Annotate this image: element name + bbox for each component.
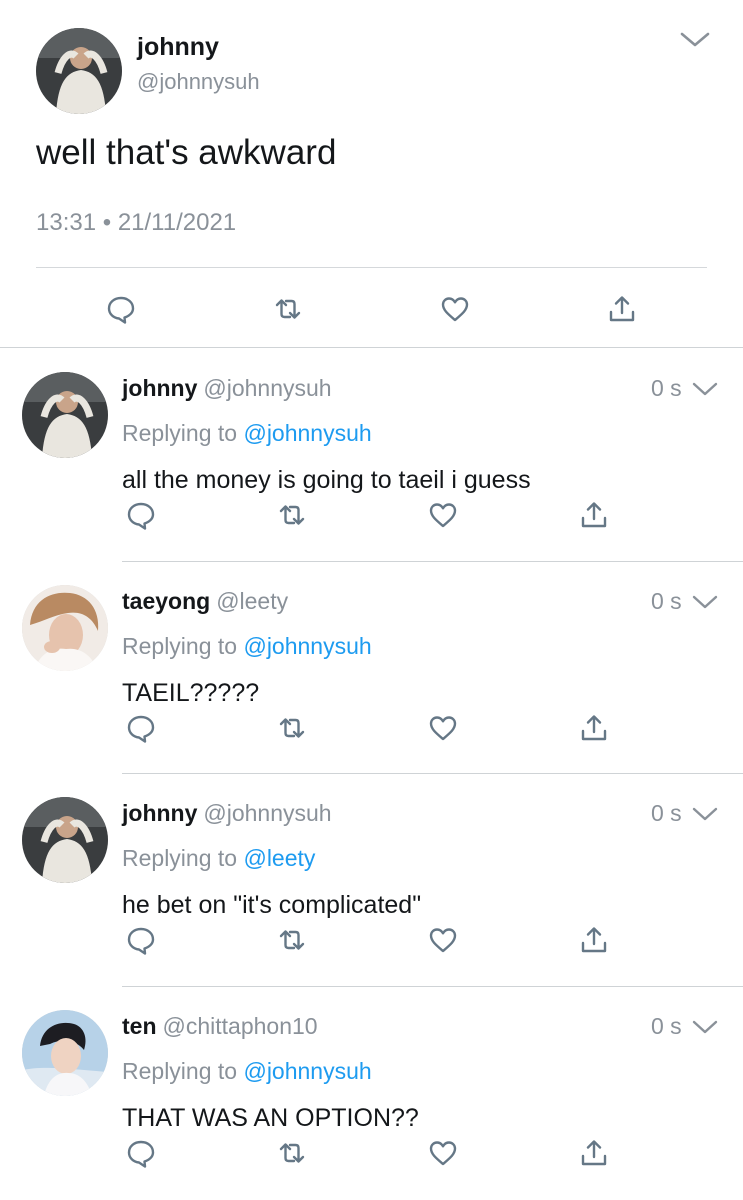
reply-text: THAT WAS AN OPTION?? bbox=[122, 1104, 419, 1132]
reply-author-handle: @johnnysuh bbox=[203, 375, 332, 401]
chevron-down-icon[interactable] bbox=[692, 593, 718, 611]
chevron-down-icon[interactable] bbox=[692, 805, 718, 823]
chevron-down-icon[interactable] bbox=[680, 30, 710, 50]
reply-divider bbox=[122, 986, 743, 987]
replying-to: Replying to @johnnysuh bbox=[122, 1058, 372, 1085]
retweet-icon[interactable] bbox=[277, 925, 307, 955]
reply-icon[interactable] bbox=[126, 713, 156, 743]
mention-link[interactable]: @johnnysuh bbox=[243, 420, 371, 446]
avatar[interactable] bbox=[22, 1010, 108, 1096]
chevron-down-icon[interactable] bbox=[692, 1018, 718, 1036]
author-handle[interactable]: @johnnysuh bbox=[137, 69, 260, 95]
replying-label: Replying to bbox=[122, 420, 238, 446]
reply-author-name: johnny bbox=[122, 375, 198, 401]
tweet-timestamp: 13:31 • 21/11/2021 bbox=[36, 209, 236, 237]
tweet-time: 13:31 bbox=[36, 209, 97, 236]
main-tweet: johnny @johnnysuh well that's awkward 13… bbox=[0, 0, 743, 348]
replying-to: Replying to @leety bbox=[122, 845, 315, 872]
reply-tweet: johnny @johnnysuh 0 s Replying to @johnny… bbox=[0, 350, 743, 562]
like-icon[interactable] bbox=[428, 713, 458, 743]
retweet-icon[interactable] bbox=[277, 713, 307, 743]
meta-separator: • bbox=[102, 209, 112, 236]
tweet-text: well that's awkward bbox=[36, 133, 337, 172]
reply-author-handle: @johnnysuh bbox=[203, 800, 332, 826]
section-divider bbox=[0, 347, 743, 348]
replying-to: Replying to @johnnysuh bbox=[122, 420, 372, 447]
reply-text: he bet on "it's complicated" bbox=[122, 891, 422, 919]
chevron-down-icon[interactable] bbox=[692, 380, 718, 398]
retweet-icon[interactable] bbox=[273, 294, 303, 324]
reply-author-name: johnny bbox=[122, 800, 198, 826]
reply-author[interactable]: johnny @johnnysuh bbox=[122, 375, 332, 402]
reply-time: 0 s bbox=[651, 375, 682, 401]
reply-author[interactable]: taeyong @leety bbox=[122, 588, 288, 615]
reply-tweet: johnny @johnnysuh 0 s Replying to @leety … bbox=[0, 775, 743, 987]
reply-divider bbox=[122, 773, 743, 774]
share-icon[interactable] bbox=[607, 294, 637, 324]
like-icon[interactable] bbox=[428, 500, 458, 530]
like-icon[interactable] bbox=[440, 294, 470, 324]
reply-text: all the money is going to taeil i guess bbox=[122, 466, 531, 494]
share-icon[interactable] bbox=[579, 1138, 609, 1168]
reply-time: 0 s bbox=[651, 800, 682, 826]
reply-divider bbox=[122, 561, 743, 562]
mention-link[interactable]: @johnnysuh bbox=[243, 1058, 371, 1084]
like-icon[interactable] bbox=[428, 925, 458, 955]
reply-time: 0 s bbox=[651, 1013, 682, 1039]
retweet-icon[interactable] bbox=[277, 500, 307, 530]
replying-label: Replying to bbox=[122, 633, 238, 659]
mention-link[interactable]: @leety bbox=[243, 845, 315, 871]
reply-tweet: ten @chittaphon10 0 s Replying to @johnny… bbox=[0, 988, 743, 1200]
like-icon[interactable] bbox=[428, 1138, 458, 1168]
divider bbox=[36, 267, 707, 268]
replying-to: Replying to @johnnysuh bbox=[122, 633, 372, 660]
reply-icon[interactable] bbox=[106, 294, 136, 324]
share-icon[interactable] bbox=[579, 925, 609, 955]
reply-author-handle: @chittaphon10 bbox=[162, 1013, 318, 1039]
tweet-date: 21/11/2021 bbox=[117, 209, 237, 236]
avatar[interactable] bbox=[36, 28, 122, 114]
share-icon[interactable] bbox=[579, 500, 609, 530]
reply-author-name: taeyong bbox=[122, 588, 211, 614]
avatar[interactable] bbox=[22, 585, 108, 671]
author-name[interactable]: johnny bbox=[137, 33, 219, 62]
reply-time: 0 s bbox=[651, 588, 682, 614]
mention-link[interactable]: @johnnysuh bbox=[243, 633, 371, 659]
reply-author[interactable]: johnny @johnnysuh bbox=[122, 800, 332, 827]
avatar[interactable] bbox=[22, 372, 108, 458]
reply-icon[interactable] bbox=[126, 1138, 156, 1168]
reply-text: TAEIL????? bbox=[122, 679, 260, 707]
reply-tweet: taeyong @leety 0 s Replying to @johnnysuh… bbox=[0, 563, 743, 775]
reply-author-name: ten bbox=[122, 1013, 157, 1039]
replying-label: Replying to bbox=[122, 845, 238, 871]
share-icon[interactable] bbox=[579, 713, 609, 743]
reply-author[interactable]: ten @chittaphon10 bbox=[122, 1013, 318, 1040]
avatar[interactable] bbox=[22, 797, 108, 883]
reply-author-handle: @leety bbox=[216, 588, 289, 614]
replying-label: Replying to bbox=[122, 1058, 238, 1084]
retweet-icon[interactable] bbox=[277, 1138, 307, 1168]
reply-icon[interactable] bbox=[126, 500, 156, 530]
reply-icon[interactable] bbox=[126, 925, 156, 955]
